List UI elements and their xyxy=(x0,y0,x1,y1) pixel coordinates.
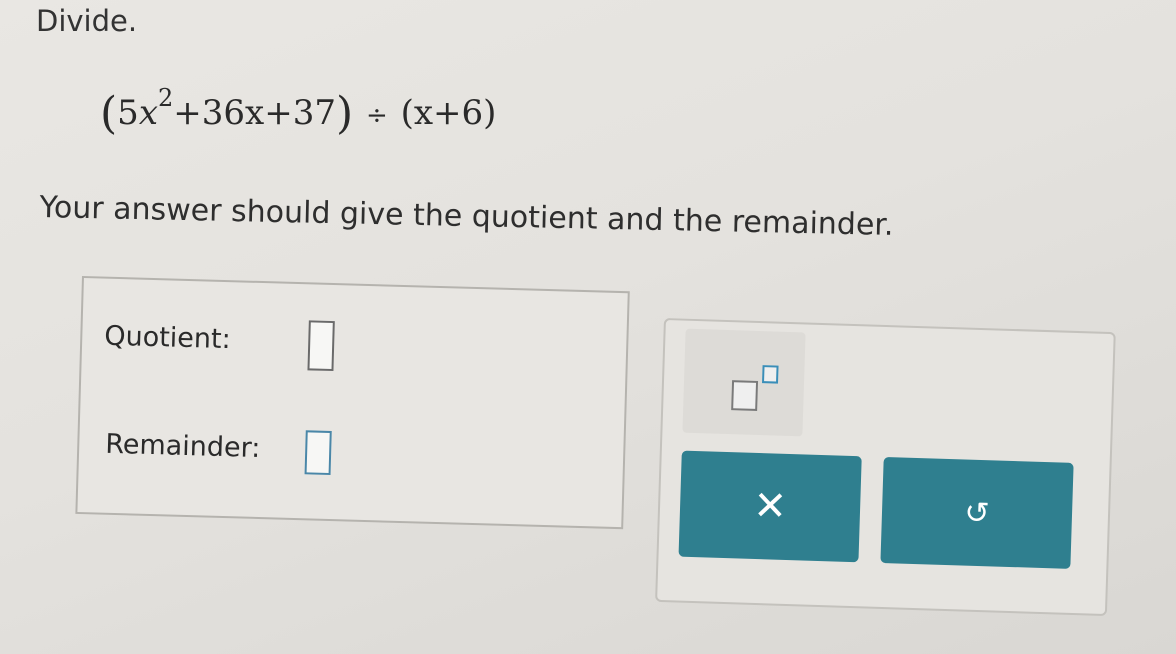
exponent: 2 xyxy=(158,83,174,112)
dividend-rest: +36x+37 xyxy=(173,93,336,133)
divide-sign: ÷ xyxy=(365,101,388,131)
math-toolbar: ✕ ↺ xyxy=(655,318,1116,617)
undo-button[interactable]: ↺ xyxy=(880,456,1074,569)
clear-button[interactable]: ✕ xyxy=(678,450,862,563)
variable: x xyxy=(138,93,158,133)
remainder-input[interactable] xyxy=(304,430,332,476)
superscript-template-icon xyxy=(686,329,806,411)
base-box-icon xyxy=(731,380,759,411)
prompt-text: Divide. xyxy=(36,4,138,38)
close-paren: ) xyxy=(335,88,354,139)
leading-coefficient: 5 xyxy=(117,93,139,133)
instruction-text: Your answer should give the quotient and… xyxy=(39,190,894,243)
quotient-label: Quotient: xyxy=(103,320,232,356)
close-icon: ✕ xyxy=(752,482,788,530)
open-paren: ( xyxy=(100,88,118,139)
quotient-input[interactable] xyxy=(307,320,335,372)
divisor: (x+6) xyxy=(400,93,497,133)
superscript-button[interactable] xyxy=(682,328,806,437)
division-expression: (5x2+36x+37) ÷ (x+6) xyxy=(100,84,497,139)
remainder-label: Remainder: xyxy=(104,428,261,465)
exponent-box-icon xyxy=(762,365,779,384)
answer-panel: Quotient: Remainder: xyxy=(75,276,630,530)
undo-icon: ↺ xyxy=(963,495,991,531)
